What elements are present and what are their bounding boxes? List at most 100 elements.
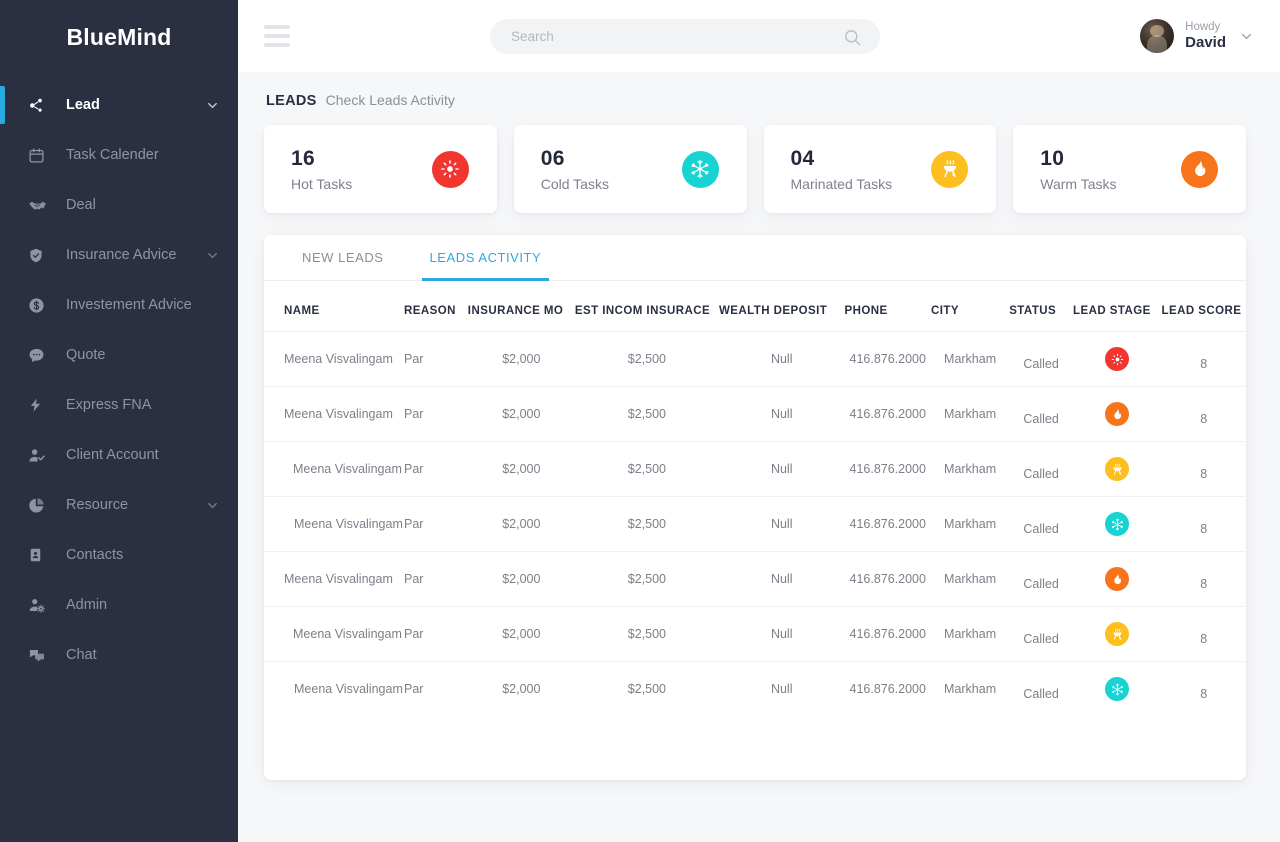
column-header-wealth-deposit: WEALTH DEPOSIT	[718, 281, 845, 332]
cell-lead-score: 8	[1161, 441, 1246, 497]
snowflake-icon	[1105, 512, 1130, 536]
page-title: LEADS	[266, 93, 317, 109]
cell-name: Meena Visvalingam	[264, 331, 404, 387]
sidebar-item-label: Chat	[66, 647, 97, 663]
cell-status: Called	[1009, 606, 1073, 662]
chevron-down-icon[interactable]	[1239, 29, 1254, 44]
cell-name: Meena Visvalingam	[264, 662, 404, 717]
dollar-circle-icon	[28, 295, 52, 315]
table-row[interactable]: Meena Visvalingam Par $2,000 $2,500 Null 416.…	[264, 662, 1246, 717]
cell-est-incom-insurace: $2,500	[574, 441, 719, 497]
cell-city: Markham	[930, 606, 1010, 662]
stat-card-label: Hot Tasks	[291, 175, 353, 192]
cell-phone: 416.876.2000	[844, 606, 931, 662]
cell-insurance-mo: $2,000	[467, 441, 575, 497]
sidebar-item-express-fna[interactable]: Express FNA	[0, 380, 238, 430]
tab-leads-activity[interactable]: LEADS ACTIVITY	[421, 235, 550, 281]
brand-name: BlueMind	[66, 23, 172, 50]
sidebar-item-investement-advice[interactable]: Investement Advice	[0, 280, 238, 330]
stat-card-cold-tasks[interactable]: 06 Cold Tasks	[513, 125, 747, 213]
cell-city: Markham	[930, 441, 1010, 497]
cell-reason: Par	[403, 496, 468, 552]
cell-name-text: Meena Visvalingam	[293, 462, 402, 476]
hamburger-bar	[264, 34, 290, 38]
cell-lead-stage	[1073, 606, 1162, 662]
cell-insurance-mo: $2,000	[467, 551, 575, 607]
column-header-reason: REASON	[403, 281, 468, 332]
stat-card-warm-tasks[interactable]: 10 Warm Tasks	[1013, 125, 1246, 213]
cell-lead-stage	[1073, 331, 1162, 387]
cell-city: Markham	[930, 551, 1010, 607]
search-input[interactable]	[490, 19, 880, 54]
cell-phone: 416.876.2000	[844, 496, 931, 552]
snowflake-icon	[1105, 677, 1130, 701]
sidebar-item-contacts[interactable]: Contacts	[0, 530, 238, 580]
sun-icon	[431, 150, 469, 188]
cell-wealth-deposit: Null	[718, 441, 845, 497]
sidebar-item-deal[interactable]: Deal	[0, 180, 238, 230]
sidebar-item-client-account[interactable]: Client Account	[0, 430, 238, 480]
cell-name-text: Meena Visvalingam	[294, 682, 403, 696]
sidebar-item-label: Client Account	[66, 447, 159, 463]
sidebar-item-insurance-advice[interactable]: Insurance Advice	[0, 230, 238, 280]
cell-est-incom-insurace: $2,500	[574, 386, 719, 442]
sidebar-item-label: Resource	[66, 497, 129, 513]
chevron-down-icon[interactable]	[205, 248, 220, 263]
cell-lead-stage	[1073, 551, 1162, 607]
page-header: LEADS Check Leads Activity	[264, 92, 1246, 109]
hamburger-icon[interactable]	[264, 25, 298, 47]
stat-card-marinated-tasks[interactable]: 04 Marinated Tasks	[763, 125, 997, 213]
stat-card-text: 16 Hot Tasks	[291, 146, 352, 191]
cell-phone: 416.876.2000	[844, 551, 931, 607]
brand-logo: BlueMind	[0, 0, 238, 74]
cell-est-incom-insurace: $2,500	[627, 682, 666, 696]
cell-status: Called	[1009, 496, 1073, 552]
sidebar-item-label: Express FNA	[66, 397, 152, 413]
sidebar-item-label: Investement Advice	[66, 297, 192, 313]
sidebar-item-resource[interactable]: Resource	[0, 480, 238, 530]
cell-phone: 416.876.2000	[844, 331, 931, 387]
table-row[interactable]: Meena Visvalingam Par $2,000 $2,500 Null 416.…	[264, 496, 1246, 552]
cell-insurance-mo: $2,000	[467, 606, 575, 662]
app-root: BlueMind Lead Task Calender Deal Insurance …	[0, 0, 1280, 842]
calendar-icon	[28, 145, 52, 165]
column-header-city: CITY	[930, 281, 1010, 332]
cell-status: Called	[1009, 441, 1073, 497]
cell-status: Called	[1023, 687, 1059, 701]
user-menu[interactable]: Howdy David	[1140, 19, 1256, 53]
cell-name-text: Meena Visvalingam	[284, 572, 393, 586]
table-row[interactable]: Meena Visvalingam Par $2,000 $2,500 Null 416.…	[264, 386, 1246, 442]
cell-insurance-mo: $2,000	[467, 386, 575, 442]
table-row[interactable]: Meena Visvalingam Par $2,000 $2,500 Null 416.…	[264, 331, 1246, 387]
chevron-down-icon[interactable]	[205, 98, 220, 113]
cell-lead-score: 8	[1161, 386, 1246, 442]
stat-card-label: Warm Tasks	[1040, 175, 1117, 192]
cell-insurance-mo: $2,000	[502, 682, 541, 696]
sidebar-item-lead[interactable]: Lead	[0, 80, 238, 130]
grill-icon	[1105, 622, 1130, 646]
table-row[interactable]: Meena Visvalingam Par $2,000 $2,500 Null 416.…	[264, 606, 1246, 662]
sun-icon	[1105, 347, 1130, 371]
table-row[interactable]: Meena Visvalingam Par $2,000 $2,500 Null 416.…	[264, 551, 1246, 607]
tab-new-leads[interactable]: NEW LEADS	[294, 235, 392, 280]
share-nodes-icon	[28, 95, 52, 115]
sidebar-item-chat[interactable]: Chat	[0, 630, 238, 680]
sidebar-item-label: Admin	[66, 597, 108, 613]
column-header-name: NAME	[264, 281, 404, 332]
sidebar-item-admin[interactable]: Admin	[0, 580, 238, 630]
sidebar-item-label: Deal	[66, 197, 96, 213]
stat-card-hot-tasks[interactable]: 16 Hot Tasks	[264, 125, 497, 213]
sidebar-item-quote[interactable]: Quote	[0, 330, 238, 380]
grill-icon	[931, 150, 969, 188]
stat-card-text: 06 Cold Tasks	[541, 146, 609, 191]
sidebar-item-task-calender[interactable]: Task Calender	[0, 130, 238, 180]
leads-panel: NEW LEADS LEADS ACTIVITY NAME REASON INSURA…	[264, 235, 1246, 780]
cell-phone: 416.876.2000	[849, 682, 926, 696]
chevron-down-icon[interactable]	[205, 498, 220, 513]
contact-card-icon	[28, 545, 52, 565]
cell-lead-score: 8	[1161, 551, 1246, 607]
handshake-icon	[28, 195, 52, 215]
table-row[interactable]: Meena Visvalingam Par $2,000 $2,500 Null 416.…	[264, 441, 1246, 497]
cell-wealth-deposit: Null	[718, 551, 845, 607]
flame-icon	[1105, 402, 1130, 426]
